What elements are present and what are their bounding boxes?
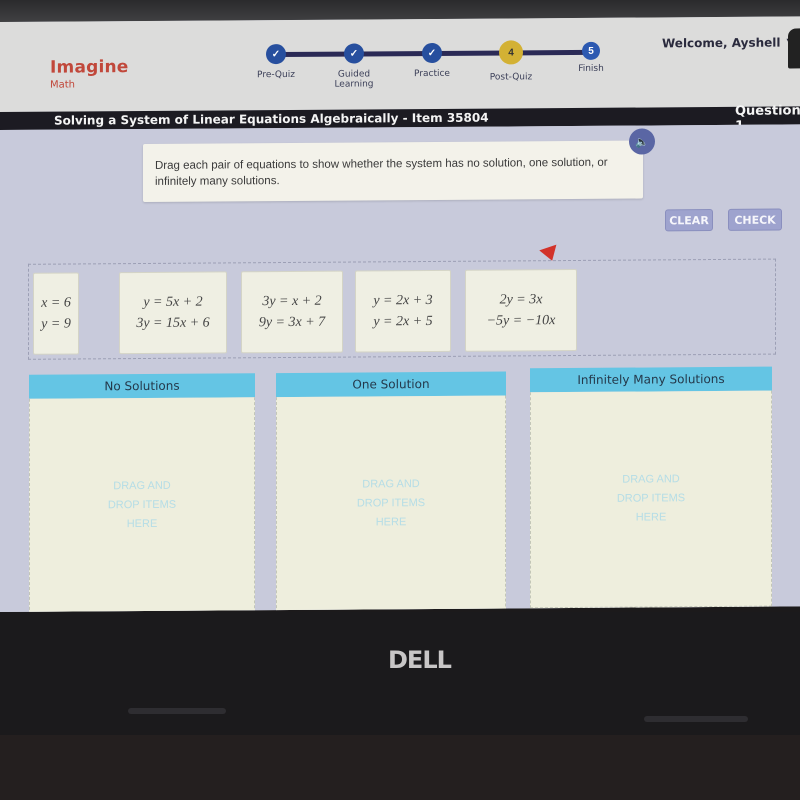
step-pre-quiz-check-icon[interactable]: ✓: [266, 44, 286, 65]
welcome-text: Welcome, Ayshell: [662, 35, 781, 51]
speaker-grille: [644, 716, 748, 722]
drop-zone-infinitely-many[interactable]: Infinitely Many Solutions DRAG AND DROP …: [530, 366, 772, 609]
equation-line: 2y = 3x: [499, 292, 543, 308]
drop-zone-body[interactable]: DRAG AND DROP ITEMS HERE: [29, 397, 255, 612]
speaker-icon[interactable]: 🔈: [629, 128, 655, 155]
answer-bank: x = 6 y = 9 y = 5x + 2 3y = 15x + 6 3y =…: [28, 258, 776, 360]
equation-card[interactable]: x = 6 y = 9: [33, 272, 79, 355]
equation-line: y = 5x + 2: [143, 294, 203, 310]
drop-zone-header: One Solution: [276, 371, 506, 398]
check-button[interactable]: CHECK: [728, 208, 782, 231]
logo[interactable]: Imagine Math: [50, 57, 129, 91]
logo-subtitle: Math: [50, 79, 76, 91]
step-guided-learning-check-icon[interactable]: ✓: [344, 43, 364, 64]
laptop-hinge: [0, 735, 800, 800]
logo-title: Imagine: [50, 57, 129, 78]
drop-zone-body[interactable]: DRAG AND DROP ITEMS HERE: [530, 390, 772, 609]
equation-line: 3y = 15x + 6: [136, 315, 210, 332]
dell-logo: DELL: [388, 646, 452, 674]
app-header: Imagine Math ✓ Pre-Quiz ✓ Guided Learnin…: [0, 16, 800, 112]
step-label-finish: Finish: [578, 63, 604, 74]
step-label-pre-quiz: Pre-Quiz: [257, 69, 295, 81]
drop-hint: DRAG AND DROP ITEMS HERE: [356, 478, 426, 529]
item-title: Solving a System of Linear Equations Alg…: [54, 110, 489, 128]
equation-card[interactable]: y = 5x + 2 3y = 15x + 6: [119, 271, 227, 355]
equation-line: y = 2x + 5: [373, 313, 433, 330]
screen: Imagine Math ✓ Pre-Quiz ✓ Guided Learnin…: [0, 16, 800, 612]
drop-zone-one-solution[interactable]: One Solution DRAG AND DROP ITEMS HERE: [276, 371, 506, 612]
drop-zone-header: No Solutions: [29, 373, 255, 399]
step-finish-marker[interactable]: 5: [582, 41, 600, 60]
instructions-box: Drag each pair of equations to show whet…: [143, 140, 643, 203]
clear-button[interactable]: CLEAR: [665, 209, 713, 232]
step-label-post-quiz: Post-Quiz: [489, 72, 533, 83]
equation-line: −5y = −10x: [486, 313, 556, 329]
step-practice-check-icon[interactable]: ✓: [422, 42, 442, 64]
equation-card[interactable]: 2y = 3x −5y = −10x: [465, 268, 577, 352]
step-label-practice: Practice: [414, 68, 450, 80]
avatar-icon[interactable]: [788, 28, 800, 69]
drop-zone-body[interactable]: DRAG AND DROP ITEMS HERE: [276, 395, 506, 612]
step-label-guided-learning: Guided Learning: [334, 69, 374, 90]
drop-hint: DRAG AND DROP ITEMS HERE: [616, 473, 686, 524]
equation-line: 3y = x + 2: [262, 293, 322, 310]
instructions-text: Drag each pair of equations to show whet…: [155, 156, 608, 188]
equation-line: y = 2x + 3: [373, 292, 433, 309]
speaker-grille: [128, 708, 226, 714]
equation-line: x = 6: [41, 295, 71, 311]
equation-line: 9y = 3x + 7: [258, 314, 326, 331]
equation-card[interactable]: y = 2x + 3 y = 2x + 5: [355, 269, 451, 353]
drop-zone-header: Infinitely Many Solutions: [530, 366, 772, 393]
question-area: Drag each pair of equations to show whet…: [0, 124, 800, 612]
drop-hint: DRAG AND DROP ITEMS HERE: [107, 479, 177, 531]
equation-line: y = 9: [41, 316, 71, 332]
step-post-quiz-marker[interactable]: 4: [499, 40, 523, 65]
lesson-progress: ✓ Pre-Quiz ✓ Guided Learning ✓ Practice …: [257, 40, 604, 104]
user-menu[interactable]: Welcome, Ayshell▼: [662, 35, 796, 50]
drop-zone-no-solutions[interactable]: No Solutions DRAG AND DROP ITEMS HERE: [29, 373, 255, 612]
equation-card[interactable]: 3y = x + 2 9y = 3x + 7: [241, 270, 343, 354]
